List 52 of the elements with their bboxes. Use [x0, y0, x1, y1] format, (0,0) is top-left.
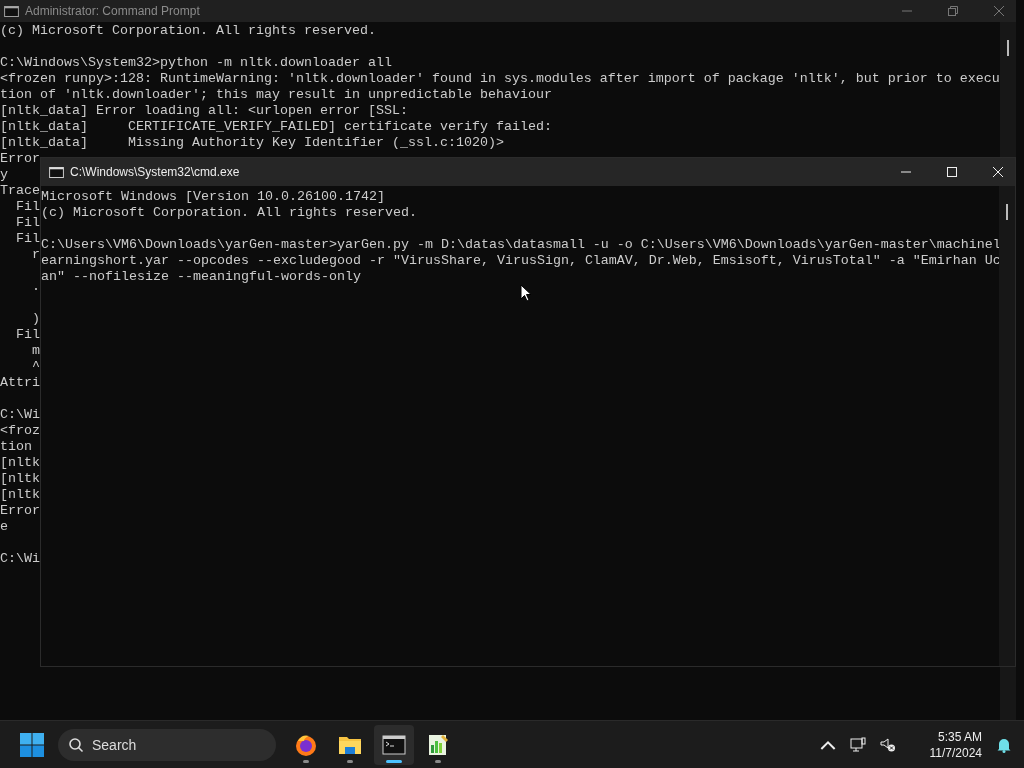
terminal-line: Fil	[15, 231, 40, 247]
terminal-line: C:\Windows\System32>python -m nltk.downloader all	[0, 55, 392, 71]
terminal-line: )	[31, 311, 40, 327]
terminal-line: Fil	[15, 199, 40, 215]
chart-document-icon	[426, 732, 450, 757]
bell-icon[interactable]	[996, 736, 1012, 753]
terminal-line: [nltk	[0, 455, 40, 471]
maximize-icon[interactable]	[947, 167, 957, 177]
window-title: C:\Windows\System32\cmd.exe	[70, 165, 240, 179]
restore-icon[interactable]	[948, 6, 958, 16]
network-icon[interactable]	[849, 736, 866, 753]
terminal-line: .	[31, 279, 40, 295]
terminal-line: Microsoft Windows [Version 10.0.26100.1742]	[41, 189, 385, 205]
taskbar-app-button[interactable]	[374, 724, 414, 765]
scrollbar-thumb[interactable]	[1006, 204, 1008, 220]
terminal-line: [nltk_data] Missing Authority Key Identifier (_ssl.c:1020)>	[0, 135, 504, 151]
terminal-line: r	[31, 247, 40, 263]
terminal-line: <frozen runpy>:128: RuntimeWarning: 'nltk.downloader' found in sys.modules after import of package 'nltk', but prior to execu	[0, 71, 1000, 87]
terminal-line: [nltk	[0, 471, 40, 487]
console-icon	[49, 166, 64, 178]
search-field[interactable]: Search	[58, 728, 276, 761]
terminal-line: Trace	[0, 183, 40, 199]
terminal-line: y	[0, 167, 8, 183]
windows-logo-icon[interactable]	[20, 732, 44, 757]
window-title: Administrator: Command Prompt	[25, 4, 200, 18]
terminal-line: ^	[31, 359, 40, 375]
search-icon	[68, 736, 84, 753]
terminal-line: C:\Wi	[0, 407, 40, 423]
terminal-line: Error	[0, 151, 40, 167]
terminal-line: C:\Wi	[0, 551, 40, 567]
console-icon	[4, 5, 19, 17]
terminal-line: m	[31, 343, 40, 359]
terminal-line: e	[0, 519, 8, 535]
terminal-line: tion	[0, 439, 32, 455]
terminal-line: Error	[0, 503, 40, 519]
scrollbar-thumb[interactable]	[1007, 40, 1009, 56]
terminal-line: [nltk	[0, 487, 40, 503]
terminal-line: Attri	[0, 375, 40, 391]
terminal-line: [nltk_data] CERTIFICATE_VERIFY_FAILED] certificate verify failed:	[0, 119, 552, 135]
muted-speaker-icon[interactable]	[879, 736, 896, 753]
terminal-line: tion of 'nltk.downloader'; this may result in unpredictable behaviour	[0, 87, 552, 103]
terminal-line: <froz	[0, 423, 40, 439]
pointer-icon	[520, 284, 532, 302]
terminal-line: Fil	[15, 215, 40, 231]
terminal-line: (c) Microsoft Corporation. All rights reserved.	[0, 23, 376, 39]
terminal-line: [nltk_data] Error loading all: <urlopen error [SSL:	[0, 103, 408, 119]
terminal-line: an" --nofilesize --meaningful-words-only	[41, 269, 361, 285]
terminal-line: earningshort.yar --opcodes --excludegood -r "VirusShare, VirusSign, ClamAV, Dr.Web, Emsisoft, VirusTotal" -a "Emirhan Uc	[41, 253, 999, 269]
terminal-icon	[382, 732, 406, 757]
terminal-line: Fil	[15, 327, 40, 343]
terminal-line: (c) Microsoft Corporation. All rights reserved.	[41, 205, 417, 221]
clock[interactable]: 5:35 AM 11/7/2024	[929, 728, 982, 761]
